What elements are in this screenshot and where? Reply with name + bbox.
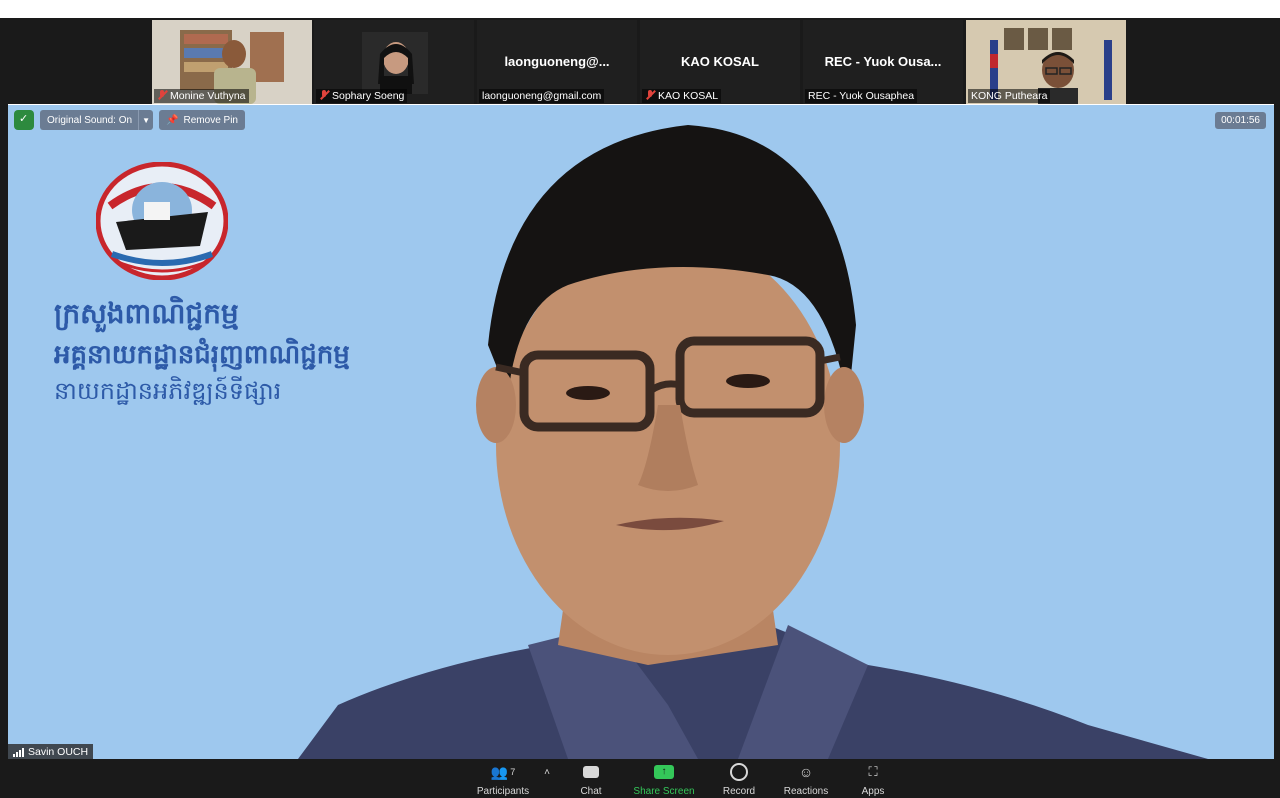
department-title: អគ្គនាយកដ្ឋានជំរុញពាណិជ្ជកម្ម	[54, 340, 350, 370]
gallery-tile-kao-kosal[interactable]: KAO KOSAL KAO KOSAL	[640, 20, 800, 104]
remove-pin-label: Remove Pin	[183, 114, 238, 126]
original-sound-button[interactable]: Original Sound: On ▼	[40, 110, 154, 130]
gallery-strip: Monine Vuthyna Sophary Soeng laonguoneng…	[0, 18, 1280, 104]
participant-name: KONG Putheara	[968, 89, 1051, 103]
participant-display-name: laonguoneng@...	[504, 54, 610, 69]
gallery-tile-rec-yuok[interactable]: REC - Yuok Ousa... REC - Yuok Ousaphea	[803, 20, 963, 104]
participant-display-name: KAO KOSAL	[681, 54, 759, 69]
chat-icon	[583, 766, 599, 778]
shield-icon[interactable]	[14, 110, 34, 130]
reactions-label: Reactions	[783, 786, 829, 797]
record-icon	[730, 763, 748, 781]
signal-icon	[13, 747, 24, 757]
participant-name: KAO KOSAL	[642, 89, 722, 103]
gallery-tile-laonguoneng[interactable]: laonguoneng@... laonguoneng@gmail.com	[477, 20, 637, 104]
participant-name: laonguoneng@gmail.com	[479, 89, 605, 103]
top-strip	[0, 0, 1280, 18]
participant-name: Monine Vuthyna	[154, 89, 249, 103]
mic-muted-icon	[157, 90, 167, 100]
apps-label: Apps	[861, 786, 885, 797]
frame-right	[1274, 104, 1280, 760]
participants-button[interactable]: 👥 7 Participants	[468, 761, 538, 798]
participants-icon: 👥	[490, 763, 509, 780]
ministry-logo	[96, 162, 228, 280]
mic-muted-icon	[645, 90, 655, 100]
participants-count: 7	[510, 767, 516, 777]
gallery-tile-kong-putheara[interactable]: KONG Putheara	[966, 20, 1126, 104]
record-button[interactable]: Record	[704, 761, 774, 797]
meeting-timer: 00:01:56	[1215, 112, 1266, 129]
pin-icon: 📌	[166, 114, 179, 126]
meeting-toolbar: 👥 7 Participants ˄ Chat ↑ Share Screen Re…	[0, 759, 1280, 798]
share-screen-icon: ↑	[654, 765, 674, 779]
participant-name: Sophary Soeng	[316, 89, 408, 103]
apps-icon: ⛶	[868, 764, 878, 779]
participant-name: REC - Yuok Ousaphea	[805, 89, 918, 103]
gallery-tile-sophary[interactable]: Sophary Soeng	[314, 20, 474, 104]
mic-muted-icon	[319, 90, 329, 100]
ministry-title: ក្រសួងពាណិជ្ជកម្ម	[54, 297, 239, 330]
office-title: នាយកដ្ឋានអភិវឌ្ឍន៍ទីផ្សារ	[54, 377, 282, 405]
video-controls: Original Sound: On ▼ 📌 Remove Pin	[14, 110, 245, 130]
reactions-button[interactable]: ☺ Reactions	[771, 761, 841, 797]
active-speaker-video	[8, 105, 1274, 759]
participants-label: Participants	[476, 786, 530, 797]
active-speaker-name: Savin OUCH	[8, 744, 94, 760]
share-screen-button[interactable]: ↑ Share Screen	[629, 761, 699, 797]
gallery-tile-monine[interactable]: Monine Vuthyna	[152, 20, 312, 104]
participant-display-name: REC - Yuok Ousa...	[824, 54, 942, 69]
chevron-down-icon[interactable]: ▼	[138, 110, 153, 130]
speaker-name-text: Savin OUCH	[28, 746, 89, 758]
frame-left	[0, 104, 8, 760]
record-label: Record	[722, 786, 756, 797]
apps-button[interactable]: ⛶ Apps	[838, 761, 908, 797]
chat-button[interactable]: Chat	[556, 761, 626, 797]
chevron-up-icon: ˄	[544, 766, 550, 778]
chat-label: Chat	[580, 786, 602, 797]
remove-pin-button[interactable]: 📌 Remove Pin	[159, 110, 245, 130]
original-sound-label: Original Sound: On	[47, 114, 133, 126]
smiley-icon: ☺	[798, 764, 814, 780]
share-screen-label: Share Screen	[633, 786, 695, 797]
